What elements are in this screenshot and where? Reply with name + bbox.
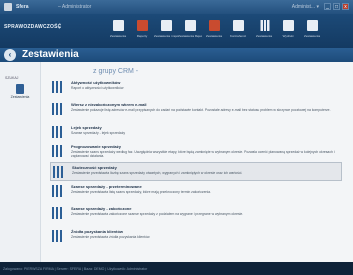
bar-chart-icon bbox=[53, 166, 65, 178]
bar-chart-icon bbox=[52, 103, 64, 115]
toolbar-button-summary[interactable]: Zestawienia bbox=[202, 18, 226, 46]
maximize-button[interactable]: □ bbox=[333, 3, 340, 10]
chevron-down-icon[interactable]: ▾ bbox=[58, 25, 61, 31]
toolbar-button-label: Zestawienia bbox=[109, 34, 126, 38]
report-title: Szanse sprzedaży - zakończone bbox=[71, 206, 132, 211]
toolbar-button-contractors[interactable]: Kontrahenci bbox=[226, 18, 250, 46]
toolbar-button-list[interactable]: Zestawienia bbox=[300, 18, 324, 46]
app-window: Sfera – Administrator Administ... ▾ _ □ … bbox=[0, 0, 353, 275]
toolbar-button-vat[interactable]: Zestawienia Rejestr VAT bbox=[178, 18, 202, 46]
toolbar: SPRAWOZDAWCZOŚĆ ▾ Zestawienia Raporty Ze… bbox=[0, 14, 353, 49]
contractors-icon bbox=[232, 20, 244, 31]
bar-chart-icon bbox=[52, 207, 64, 219]
summary-icon bbox=[208, 20, 220, 31]
nav-item-zestawienia[interactable]: Zestawienia bbox=[8, 84, 32, 99]
bar-chart-icon bbox=[258, 20, 270, 31]
vat-register-icon bbox=[184, 20, 196, 31]
report-title: Aktywność użytkowników bbox=[71, 80, 121, 85]
minimize-button[interactable]: _ bbox=[324, 3, 331, 10]
bar-chart-icon bbox=[52, 126, 64, 138]
bar-chart-icon bbox=[52, 230, 64, 242]
report-description: Zestawienie przedstawia źródła pozyskani… bbox=[71, 235, 151, 239]
page-title: Zestawienia bbox=[22, 49, 79, 60]
report-row[interactable]: Źródła pozyskania klientów Zestawienie p… bbox=[50, 227, 342, 246]
person-report-icon bbox=[16, 84, 24, 94]
toolbar-button-label: Wydruki bbox=[282, 34, 294, 38]
report-description: Szanse sprzedaży - lejek sprzedaży bbox=[71, 131, 126, 135]
toolbar-button-reports[interactable]: Zestawienia bbox=[106, 18, 130, 46]
report-title: Lejek sprzedaży bbox=[71, 125, 102, 130]
report-title: Wiersz z niezakończonym wkrem e-mail bbox=[71, 102, 147, 107]
document-icon bbox=[136, 20, 148, 31]
report-row[interactable]: Aktywność użytkowników Raport o aktywnoś… bbox=[50, 78, 342, 97]
toolbar-button-label: Raporty bbox=[136, 34, 148, 38]
nav-item-label: Zestawienia bbox=[10, 95, 30, 99]
toolbar-button-label: Zestawienia Rejestr VAT bbox=[178, 34, 202, 38]
bar-chart-icon bbox=[52, 81, 64, 93]
window-title: – Administrator bbox=[58, 4, 92, 10]
company-selector[interactable]: SPRAWOZDAWCZOŚĆ bbox=[4, 24, 61, 30]
report-icon bbox=[112, 20, 124, 31]
report-title: Źródła pozyskania klientów bbox=[71, 229, 124, 234]
toolbar-button-label: Kontrahenci bbox=[229, 34, 246, 38]
toolbar-button-label: Zestawienia bbox=[205, 34, 222, 38]
toolbar-button-crm[interactable]: Zestawienia i raporty CRM bbox=[154, 18, 178, 46]
report-description: Zestawienie przedstawia listę szans sprz… bbox=[71, 190, 211, 194]
report-title: Skuteczność sprzedaży bbox=[72, 165, 117, 170]
app-logo-icon bbox=[4, 3, 12, 11]
toolbar-button-raporty[interactable]: Raporty bbox=[130, 18, 154, 46]
toolbar-button-label: Zestawienia i raporty CRM bbox=[154, 34, 178, 38]
report-row[interactable]: Lejek sprzedaży Szanse sprzedaży - lejek… bbox=[50, 123, 342, 142]
report-description: Zestawienie szans sprzedaży według faz. … bbox=[71, 150, 335, 158]
report-description: Zestawienie przedstawia liczbę szans spr… bbox=[72, 171, 243, 175]
list-icon bbox=[306, 20, 318, 31]
crm-report-icon bbox=[160, 20, 172, 31]
report-row[interactable]: Prognozowanie sprzedaży Zestawienie szan… bbox=[50, 142, 342, 161]
report-description: Zestawienie przedstawia zakończone szans… bbox=[71, 212, 244, 216]
bar-chart-icon bbox=[52, 185, 64, 197]
report-row[interactable]: Szanse sprzedaży - zakończone Zestawieni… bbox=[50, 204, 342, 223]
section-header: ‹ Zestawienia bbox=[0, 48, 353, 62]
report-row[interactable]: Szanse sprzedaży - przeterminowane Zesta… bbox=[50, 182, 342, 201]
report-description: Zestawienie pokazuje listę adresów e-mai… bbox=[71, 108, 331, 112]
toolbar-button-label: Zestawienia bbox=[255, 34, 272, 38]
back-button[interactable]: ‹ bbox=[4, 49, 16, 61]
app-name: Sfera bbox=[16, 4, 29, 10]
report-description: Raport o aktywności użytkowników bbox=[71, 86, 124, 90]
user-menu[interactable]: Administ... ▾ bbox=[292, 4, 319, 10]
report-title: Prognozowanie sprzedaży bbox=[71, 144, 122, 149]
nav-section-label: SZUKAJ bbox=[5, 76, 19, 80]
group-title: z grupy CRM - bbox=[93, 68, 139, 75]
toolbar-button-label: Zestawienia bbox=[303, 34, 320, 38]
left-nav: SZUKAJ Zestawienia bbox=[0, 62, 41, 262]
status-bar: Zalogowano: PIERWSZA FIRMA | Serwer: SFE… bbox=[0, 262, 353, 275]
status-text: Zalogowano: PIERWSZA FIRMA | Serwer: SFE… bbox=[3, 267, 148, 271]
report-row-selected[interactable]: Skuteczność sprzedaży Zestawienie przeds… bbox=[50, 162, 342, 181]
report-row[interactable]: Wiersz z niezakończonym wkrem e-mail Zes… bbox=[50, 100, 342, 119]
main-panel: SZUKAJ Zestawienia z grupy CRM - Aktywno… bbox=[0, 62, 353, 262]
toolbar-button-print[interactable]: Wydruki bbox=[276, 18, 300, 46]
bar-chart-icon bbox=[52, 145, 64, 157]
title-bar: Sfera – Administrator Administ... ▾ _ □ … bbox=[0, 0, 353, 14]
toolbar-button-chart[interactable]: Zestawienia bbox=[252, 18, 276, 46]
report-title: Szanse sprzedaży - przeterminowane bbox=[71, 184, 142, 189]
print-icon bbox=[282, 20, 294, 31]
close-button[interactable]: x bbox=[342, 3, 349, 10]
